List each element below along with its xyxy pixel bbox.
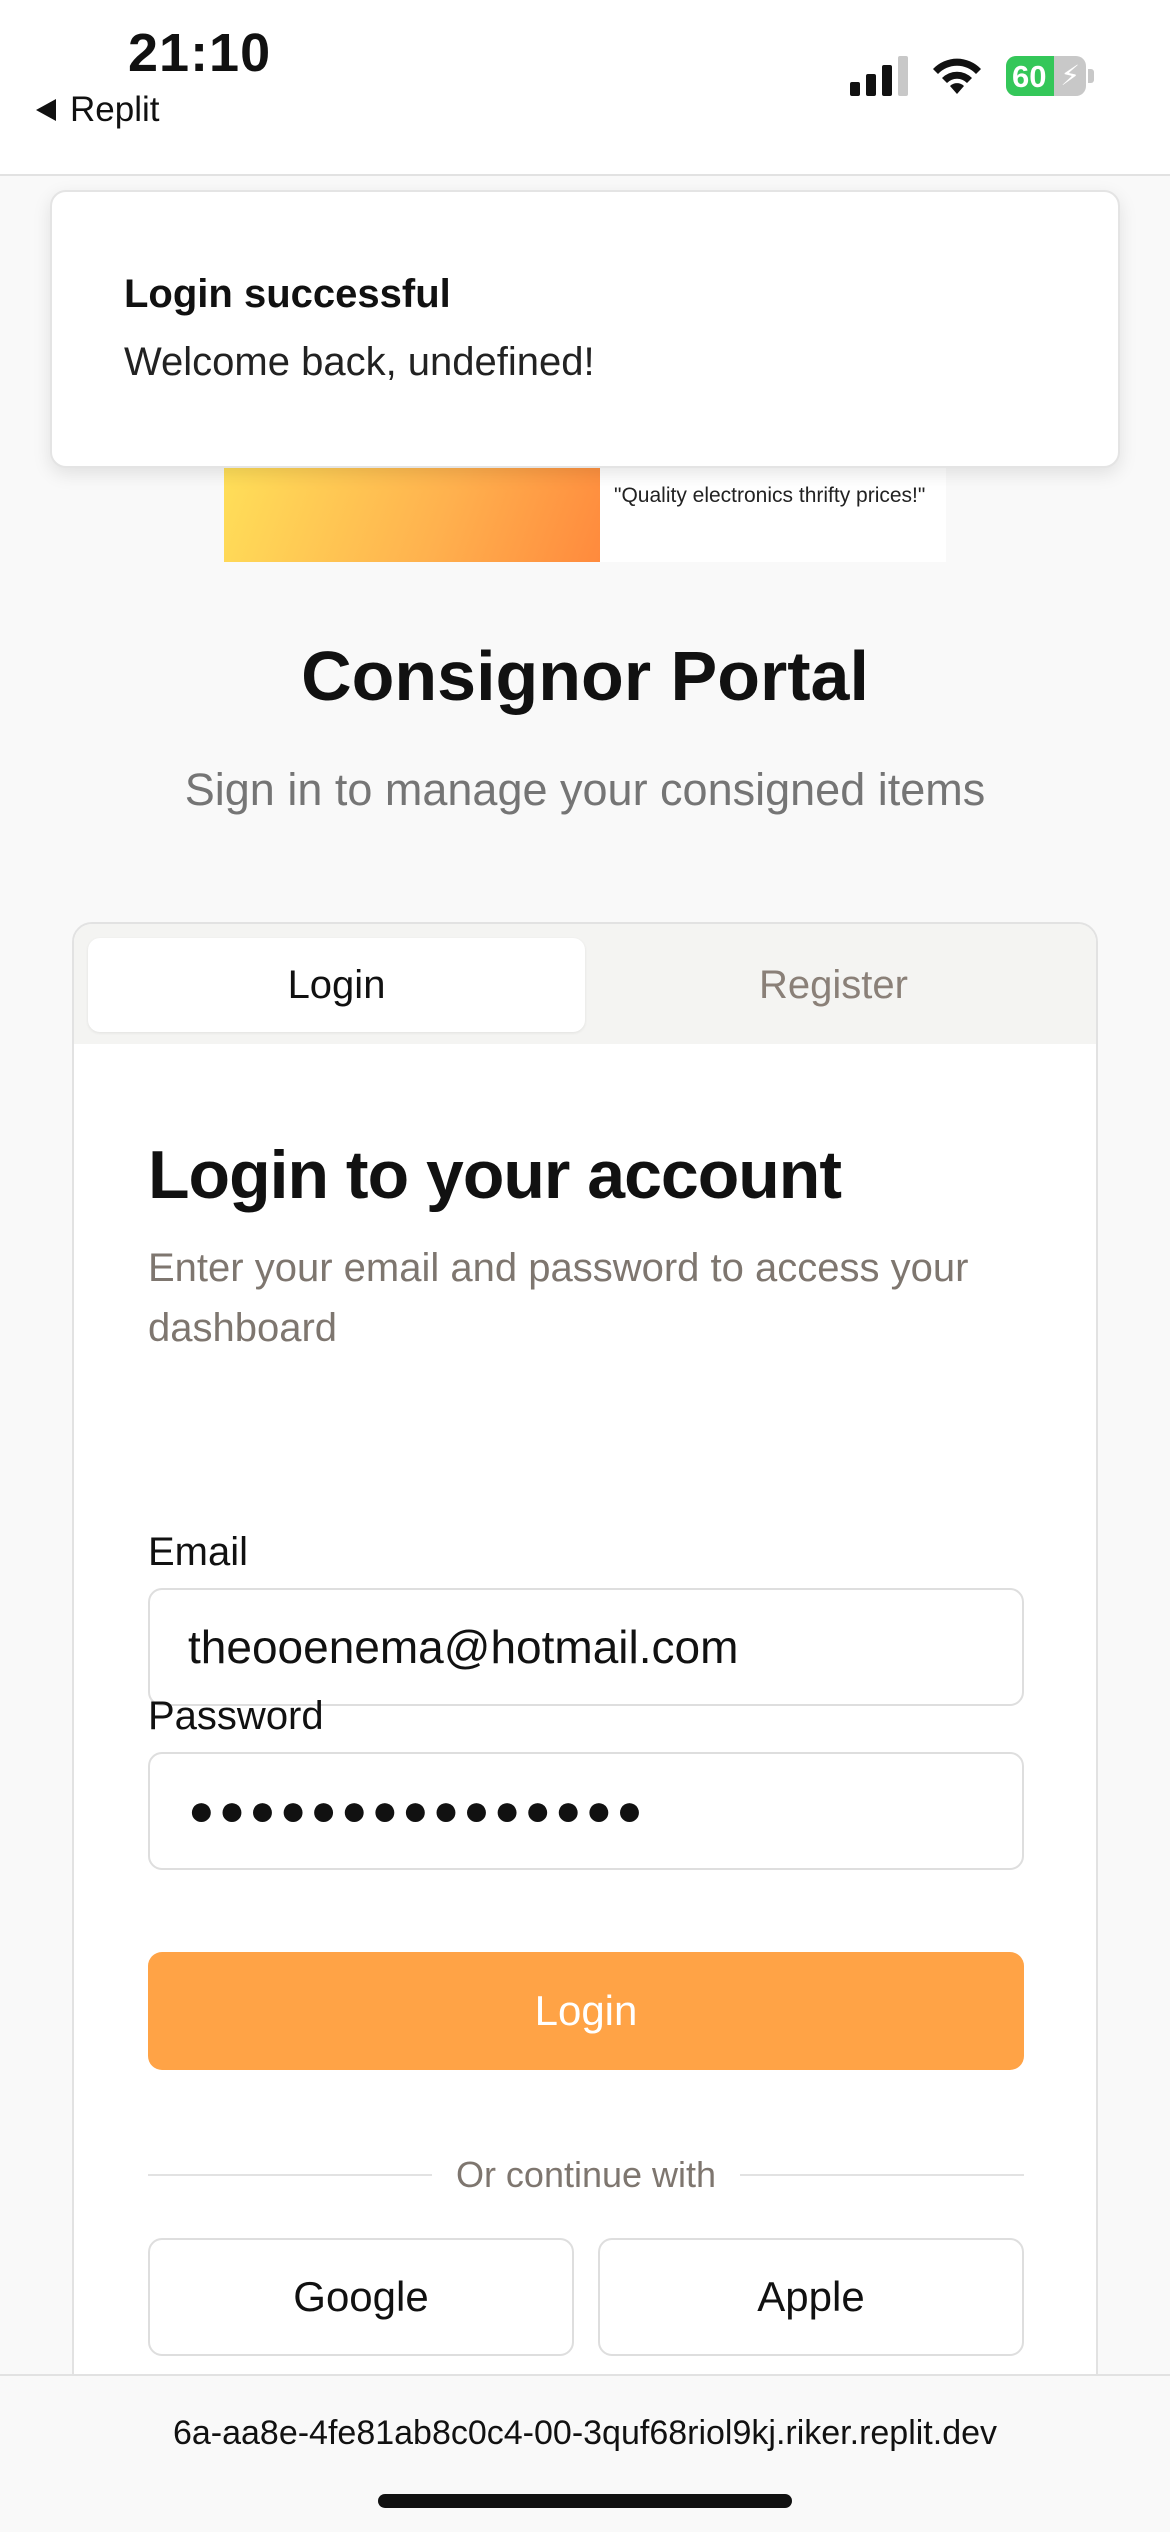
back-to-app-button[interactable]: Replit (36, 90, 159, 130)
url-text[interactable]: 6a-aa8e-4fe81ab8c0c4-00-3quf68riol9kj.ri… (0, 2414, 1170, 2453)
battery-icon: 60 ⚡ (1006, 56, 1086, 96)
charging-bolt-icon: ⚡ (1060, 60, 1080, 91)
toast-description: Welcome back, undefined! (124, 340, 595, 384)
google-login-button[interactable]: Google (148, 2238, 574, 2356)
battery-percent: 60 (1012, 59, 1047, 94)
email-label: Email (148, 1530, 249, 1574)
auth-card: Login Register Login to your account Ent… (72, 922, 1098, 2532)
tab-register[interactable]: Register (585, 938, 1082, 1032)
login-form-title: Login to your account (148, 1137, 842, 1213)
auth-tabs: Login Register (74, 924, 1096, 1044)
password-field[interactable]: ●●●●●●●●●●●●●●● (148, 1752, 1024, 1870)
status-bar: 21:10 Replit 60 ⚡ (0, 0, 1170, 176)
toast-title: Login successful (124, 272, 451, 316)
divider-line-right (740, 2174, 1024, 2176)
login-success-toast[interactable]: Login successful Welcome back, undefined… (50, 190, 1120, 468)
login-button[interactable]: Login (148, 1952, 1024, 2070)
divider-line-left (148, 2174, 432, 2176)
home-indicator[interactable] (378, 2494, 792, 2508)
divider-text: Or continue with (455, 2154, 717, 2195)
apple-login-button[interactable]: Apple (598, 2238, 1024, 2356)
page-subtitle: Sign in to manage your consigned items (184, 764, 986, 815)
status-icons: 60 ⚡ (850, 56, 1094, 96)
wifi-icon (933, 58, 981, 94)
signal-icon (850, 56, 908, 96)
back-app-label: Replit (70, 90, 160, 129)
password-label: Password (148, 1694, 324, 1738)
page-title: Consignor Portal (301, 637, 869, 715)
or-continue-divider: Or continue with (148, 2150, 1024, 2200)
status-time: 21:10 (128, 23, 272, 83)
logo-tagline: "Quality electronics thrifty prices!" (614, 484, 926, 507)
login-form-description: Enter your email and password to access … (148, 1246, 969, 1350)
tab-login[interactable]: Login (88, 938, 585, 1032)
back-triangle-icon (36, 99, 56, 121)
battery-nub (1088, 69, 1094, 83)
browser-url-bar[interactable]: 6a-aa8e-4fe81ab8c0c4-00-3quf68riol9kj.ri… (0, 2374, 1170, 2532)
email-field[interactable] (148, 1588, 1024, 1706)
